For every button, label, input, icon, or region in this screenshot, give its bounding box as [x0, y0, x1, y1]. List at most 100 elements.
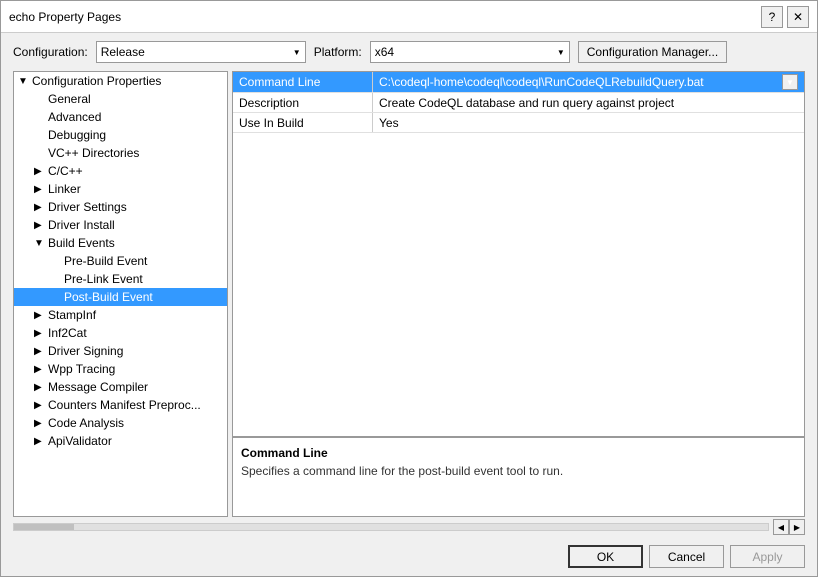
expand-icon: ▶: [34, 166, 46, 177]
tree-item-label: StampInf: [48, 308, 96, 322]
tree-item-label: General: [48, 92, 91, 106]
property-name: Description: [233, 93, 373, 112]
expand-icon: ▶: [34, 202, 46, 213]
property-name: Use In Build: [233, 113, 373, 132]
tree-item-label: Driver Signing: [48, 344, 123, 358]
property-value: Yes: [373, 113, 804, 132]
tree-item[interactable]: ▼Build Events: [14, 234, 227, 252]
ok-button[interactable]: OK: [568, 545, 643, 568]
tree-scrollbar-thumb[interactable]: [14, 524, 74, 530]
tree-item[interactable]: ▶Message Compiler: [14, 378, 227, 396]
tree-item[interactable]: ▶StampInf: [14, 306, 227, 324]
expand-icon: ▶: [34, 436, 46, 447]
description-panel: Command Line Specifies a command line fo…: [233, 436, 804, 516]
expand-icon: ▶: [34, 328, 46, 339]
tree-item[interactable]: ▶Wpp Tracing: [14, 360, 227, 378]
property-name: Command Line: [233, 72, 373, 92]
expand-icon: ▶: [34, 382, 46, 393]
tree-item[interactable]: Debugging: [14, 126, 227, 144]
property-row[interactable]: DescriptionCreate CodeQL database and ru…: [233, 93, 804, 113]
tree-item[interactable]: ▶Driver Signing: [14, 342, 227, 360]
expand-icon: ▶: [34, 418, 46, 429]
property-row[interactable]: Command Line C:\codeql-home\codeql\codeql…: [233, 72, 804, 93]
scrollbar-arrows: ◀ ▶: [773, 519, 805, 535]
tree-item-label: Post-Build Event: [64, 290, 153, 304]
tree-item[interactable]: ▶Counters Manifest Preproc...: [14, 396, 227, 414]
tree-item-label: Driver Install: [48, 218, 115, 232]
tree-item[interactable]: ▶ApiValidator: [14, 432, 227, 450]
tree-item-label: Debugging: [48, 128, 106, 142]
tree-item-label: Code Analysis: [48, 416, 124, 430]
tree-item-label: Message Compiler: [48, 380, 148, 394]
tree-item[interactable]: ▶Driver Install: [14, 216, 227, 234]
platform-value: x64: [375, 45, 394, 59]
tree-item[interactable]: General: [14, 90, 227, 108]
tree-item-label: Counters Manifest Preproc...: [48, 398, 201, 412]
platform-label: Platform:: [314, 45, 362, 59]
expand-icon: ▶: [34, 400, 46, 411]
tree-item[interactable]: ▶C/C++: [14, 162, 227, 180]
tree-scrollbar-area: ◀ ▶: [1, 517, 817, 537]
apply-button[interactable]: Apply: [730, 545, 805, 568]
expand-icon: ▶: [34, 220, 46, 231]
tree-item[interactable]: ▶Linker: [14, 180, 227, 198]
close-button[interactable]: ✕: [787, 6, 809, 28]
tree-scrollbar-track[interactable]: [13, 523, 769, 531]
tree-item-label: Driver Settings: [48, 200, 127, 214]
help-button[interactable]: ?: [761, 6, 783, 28]
property-grid: Command Line C:\codeql-home\codeql\codeql…: [233, 72, 804, 436]
configuration-select[interactable]: Release ▼: [96, 41, 306, 63]
scroll-left-button[interactable]: ◀: [773, 519, 789, 535]
expand-icon: ▶: [34, 364, 46, 375]
property-value: Create CodeQL database and run query aga…: [373, 93, 804, 112]
platform-select[interactable]: x64 ▼: [370, 41, 570, 63]
expand-icon: ▶: [34, 184, 46, 195]
tree-item[interactable]: Advanced: [14, 108, 227, 126]
content-panel: Command Line C:\codeql-home\codeql\codeql…: [232, 71, 805, 517]
cancel-button[interactable]: Cancel: [649, 545, 724, 568]
expand-icon: ▼: [18, 76, 30, 87]
tree-item[interactable]: Pre-Build Event: [14, 252, 227, 270]
main-area: ▼Configuration Properties General Advanced…: [1, 71, 817, 517]
expand-icon: ▶: [34, 346, 46, 357]
property-value: C:\codeql-home\codeql\codeql\RunCodeQLRe…: [373, 72, 804, 92]
description-text: Specifies a command line for the post-bu…: [241, 464, 796, 478]
tree-panel: ▼Configuration Properties General Advanced…: [13, 71, 228, 517]
title-bar: echo Property Pages ? ✕: [1, 1, 817, 33]
platform-dropdown-icon: ▼: [557, 48, 565, 57]
property-row[interactable]: Use In BuildYes: [233, 113, 804, 133]
config-label: Configuration:: [13, 45, 88, 59]
tree-item-label: Linker: [48, 182, 81, 196]
prop-value-text: C:\codeql-home\codeql\codeql\RunCodeQLRe…: [379, 75, 782, 89]
tree-item-label: Pre-Link Event: [64, 272, 143, 286]
title-bar-buttons: ? ✕: [761, 6, 809, 28]
tree-item-label: Pre-Build Event: [64, 254, 147, 268]
description-title: Command Line: [241, 446, 796, 460]
tree-item[interactable]: ▶Driver Settings: [14, 198, 227, 216]
tree-item-label: Inf2Cat: [48, 326, 87, 340]
tree-item[interactable]: ▶Inf2Cat: [14, 324, 227, 342]
expand-icon: ▼: [34, 238, 46, 249]
tree-item-label: Wpp Tracing: [48, 362, 115, 376]
tree-item[interactable]: Post-Build Event: [14, 288, 227, 306]
config-manager-button[interactable]: Configuration Manager...: [578, 41, 727, 63]
tree-item-label: C/C++: [48, 164, 83, 178]
bottom-bar: OK Cancel Apply: [1, 537, 817, 576]
tree-item[interactable]: Pre-Link Event: [14, 270, 227, 288]
tree-item-label: Build Events: [48, 236, 115, 250]
config-dropdown-icon: ▼: [293, 48, 301, 57]
prop-dropdown-button[interactable]: ▼: [782, 74, 798, 90]
tree-item-label: Advanced: [48, 110, 101, 124]
tree-item[interactable]: ▼Configuration Properties: [14, 72, 227, 90]
config-value: Release: [101, 45, 145, 59]
tree-item-label: VC++ Directories: [48, 146, 139, 160]
prop-value-wrapper: C:\codeql-home\codeql\codeql\RunCodeQLRe…: [379, 74, 798, 90]
tree-item[interactable]: ▶Code Analysis: [14, 414, 227, 432]
tree-item-label: ApiValidator: [48, 434, 112, 448]
expand-icon: ▶: [34, 310, 46, 321]
property-pages-dialog: echo Property Pages ? ✕ Configuration: R…: [0, 0, 818, 577]
tree-item[interactable]: VC++ Directories: [14, 144, 227, 162]
config-bar: Configuration: Release ▼ Platform: x64 ▼…: [1, 33, 817, 71]
scroll-right-button[interactable]: ▶: [789, 519, 805, 535]
dialog-title: echo Property Pages: [9, 10, 121, 24]
